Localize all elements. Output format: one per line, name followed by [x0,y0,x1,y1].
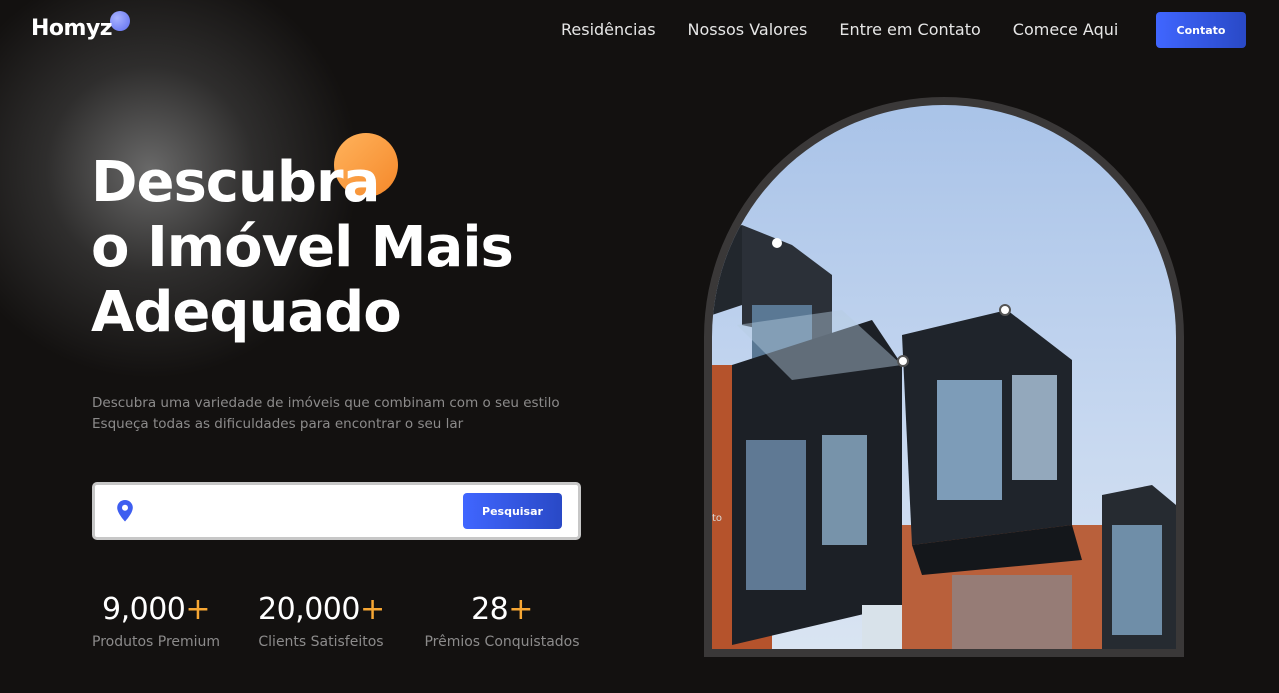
stat-item: 28+ Prêmios Conquistados [423,592,581,650]
image-caption-fragment: to [712,513,722,524]
hero-title-line: o Imóvel Mais [91,215,514,280]
logo[interactable]: Homyz [31,16,113,41]
contact-button[interactable]: Contato [1156,12,1246,48]
stat-label: Prêmios Conquistados [424,634,580,650]
nav-link-residencias[interactable]: Residências [561,20,656,40]
nav-link-comece[interactable]: Comece Aqui [1013,20,1119,40]
hero-subtitle: Descubra uma variedade de imóveis que co… [92,393,560,435]
logo-text: Homyz [31,16,113,41]
hero-building-image: to [712,105,1176,649]
location-pin-icon [117,500,133,522]
stat-label: Produtos Premium [92,634,221,650]
stat-item: 20,000+ Clients Satisfeitos [258,592,385,650]
stat-number: 20,000+ [258,592,385,627]
subtitle-line: Descubra uma variedade de imóveis que co… [92,395,560,411]
nav-link-valores[interactable]: Nossos Valores [688,20,808,40]
search-input[interactable] [147,503,451,519]
main-nav: Residências Nossos Valores Entre em Cont… [561,20,1118,40]
stat-number: 9,000+ [101,592,211,627]
stat-label: Clients Satisfeitos [258,634,384,650]
hero-title-line: Adequado [91,280,402,345]
stat-item: 9,000+ Produtos Premium [92,592,220,650]
subtitle-line: Esqueça todas as dificuldades para encon… [92,416,464,432]
search-button[interactable]: Pesquisar [463,493,562,529]
building-illustration: to [712,225,1176,649]
search-bar: Pesquisar [92,482,581,540]
hero-image-frame: to [704,97,1184,657]
stat-number: 28+ [471,592,533,627]
hero-title: Descubra o Imóvel Mais Adequado [91,150,514,345]
logo-dot-icon [110,11,130,31]
hero-title-line: Descubra [91,150,380,215]
nav-link-contato[interactable]: Entre em Contato [839,20,980,40]
